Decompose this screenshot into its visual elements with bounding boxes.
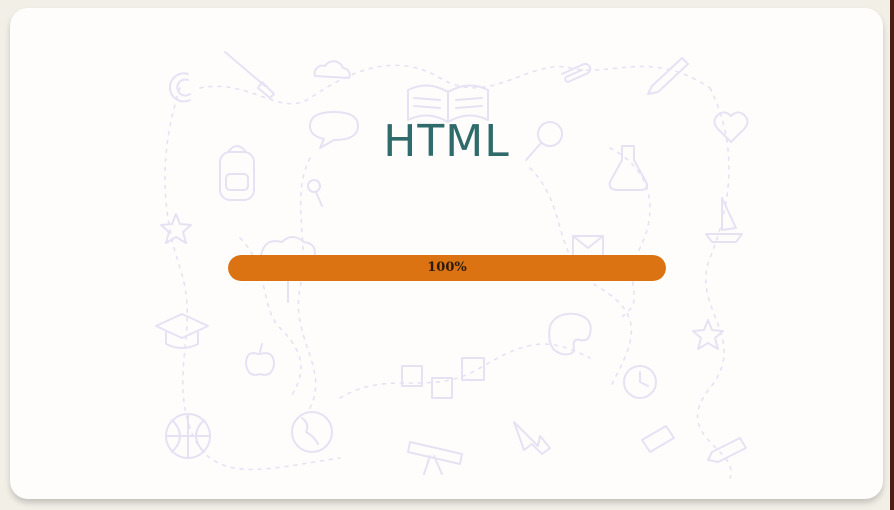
crayon-icon (707, 437, 747, 463)
alphabet-blocks-icon (401, 357, 485, 399)
sailboat-icon (705, 197, 743, 243)
page-title: HTML (383, 116, 510, 167)
apple-icon (245, 343, 275, 376)
progress-bar: 100% (228, 255, 666, 281)
palette-icon (548, 312, 592, 356)
pushpin-icon (307, 179, 323, 207)
window-edge (890, 0, 894, 510)
globe-icon (291, 411, 333, 453)
progress-label: 100% (427, 260, 467, 275)
telescope-icon (407, 441, 463, 475)
eraser-icon (641, 425, 675, 453)
background-doodles (155, 51, 749, 479)
arrow-icon (513, 421, 551, 455)
star-icon (160, 213, 192, 244)
paintbrush-icon (224, 51, 275, 99)
pencil-icon (647, 57, 689, 95)
clock-icon (623, 365, 657, 399)
envelope-icon (572, 235, 604, 257)
paperclip-icon (561, 62, 592, 83)
app-window: HTML 100% (0, 0, 894, 510)
graduation-cap-icon (155, 313, 209, 349)
cloud-icon (313, 60, 351, 79)
loading-card: HTML 100% (10, 8, 883, 499)
basketball-icon (165, 413, 211, 459)
